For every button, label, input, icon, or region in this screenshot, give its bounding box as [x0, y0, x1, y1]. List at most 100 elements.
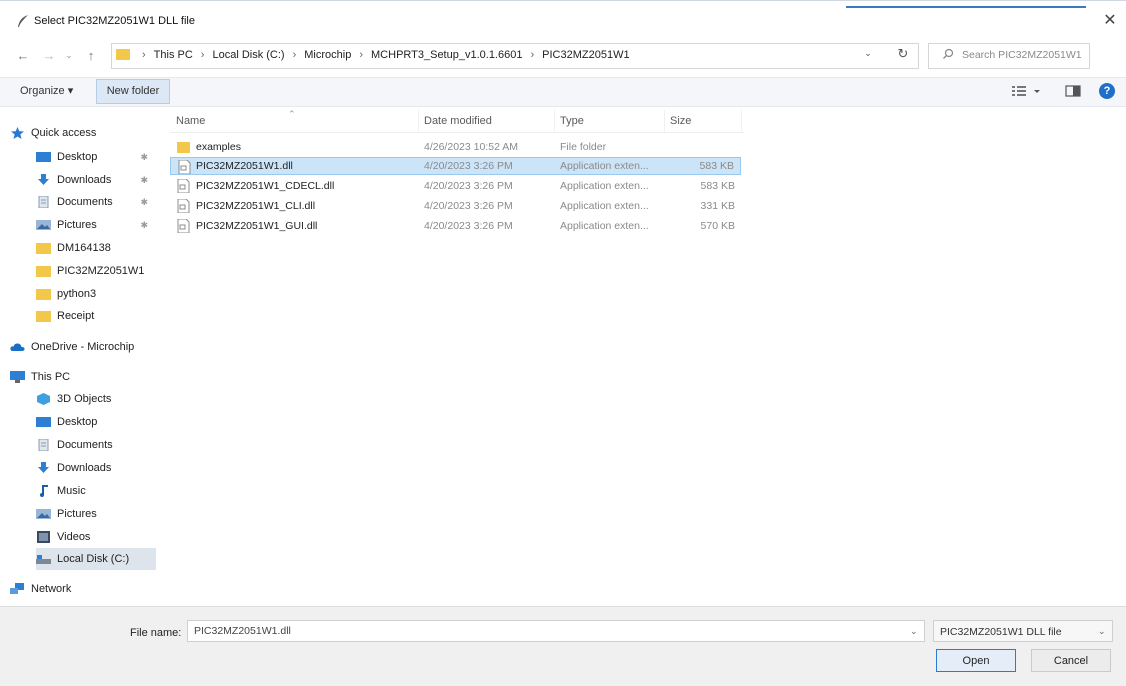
search-placeholder: Search PIC32MZ2051W1 — [962, 49, 1082, 61]
nav-folder-pic32mz2051w1[interactable]: PIC32MZ2051W1 — [36, 260, 156, 282]
file-row[interactable]: PIC32MZ2051W1_GUI.dll 4/20/2023 3:26 PM … — [170, 217, 741, 235]
nav-documents[interactable]: Documents — [36, 434, 156, 456]
breadcrumb-item[interactable]: This PC — [152, 49, 195, 61]
title-bar-accent — [846, 6, 1086, 8]
nav-folder-python3[interactable]: python3 — [36, 283, 156, 305]
nav-label: Quick access — [31, 127, 97, 139]
nav-folder-dm164138[interactable]: DM164138 — [36, 237, 156, 259]
file-name-input[interactable] — [187, 620, 925, 642]
nav-label: Network — [31, 583, 72, 595]
file-date: 4/20/2023 3:26 PM — [424, 200, 513, 212]
filter-dropdown-icon[interactable]: ⌄ — [1098, 626, 1106, 637]
feather-icon — [18, 15, 28, 27]
cube-icon — [37, 393, 50, 405]
computer-icon — [10, 371, 25, 383]
nav-pictures-pinned[interactable]: Pictures ✱ — [36, 214, 156, 236]
nav-downloads-pinned[interactable]: Downloads ✱ — [36, 169, 156, 191]
video-icon — [37, 531, 50, 543]
dll-file-icon — [177, 219, 190, 233]
dll-file-icon — [178, 160, 191, 174]
nav-label: Documents — [57, 196, 113, 208]
change-view-icon[interactable] — [1010, 82, 1050, 100]
nav-label: Desktop — [57, 416, 98, 428]
column-type[interactable]: Type — [560, 115, 584, 127]
column-divider[interactable] — [664, 110, 665, 132]
file-type: Application exten... — [560, 220, 649, 232]
file-date: 4/20/2023 3:26 PM — [424, 160, 513, 172]
pin-icon: ✱ — [140, 219, 148, 230]
download-icon — [38, 462, 49, 473]
cancel-button[interactable]: Cancel — [1031, 649, 1111, 672]
up-arrow-icon[interactable]: ↑ — [82, 48, 100, 63]
nav-music[interactable]: Music — [36, 480, 156, 502]
nav-videos[interactable]: Videos — [36, 526, 156, 548]
nav-local-disk[interactable]: Local Disk (C:) — [36, 548, 156, 570]
drive-icon — [36, 555, 51, 564]
file-name: PIC32MZ2051W1_GUI.dll — [196, 220, 318, 232]
refresh-icon[interactable]: ↻ — [892, 46, 914, 62]
file-size: 331 KB — [700, 200, 735, 212]
file-row[interactable]: examples 4/26/2023 10:52 AM File folder — [170, 138, 741, 156]
column-name[interactable]: Name — [176, 115, 205, 127]
file-row[interactable]: PIC32MZ2051W1.dll 4/20/2023 3:26 PM Appl… — [170, 157, 741, 175]
file-date: 4/20/2023 3:26 PM — [424, 180, 513, 192]
column-divider[interactable] — [418, 110, 419, 132]
nav-desktop-pinned[interactable]: Desktop ✱ — [36, 146, 156, 168]
sort-up-icon: ⌃ — [288, 109, 296, 119]
column-size[interactable]: Size — [670, 115, 691, 127]
desktop-icon — [36, 417, 51, 427]
address-dropdown-icon[interactable]: ⌄ — [860, 48, 876, 59]
column-date-modified[interactable]: Date modified — [424, 115, 492, 127]
nav-folder-receipt[interactable]: Receipt — [36, 305, 156, 327]
nav-pictures[interactable]: Pictures — [36, 503, 156, 525]
nav-desktop[interactable]: Desktop — [36, 411, 156, 433]
breadcrumb-separator: › — [200, 49, 205, 61]
nav-onedrive[interactable]: OneDrive - Microchip — [10, 336, 156, 358]
breadcrumb-item[interactable]: Microchip — [302, 49, 353, 61]
nav-documents-pinned[interactable]: Documents ✱ — [36, 191, 156, 213]
close-button[interactable]: ✕ — [1098, 10, 1122, 32]
file-type: Application exten... — [560, 180, 649, 192]
nav-downloads[interactable]: Downloads — [36, 457, 156, 479]
file-row[interactable]: PIC32MZ2051W1_CDECL.dll 4/20/2023 3:26 P… — [170, 177, 741, 195]
folder-icon — [36, 289, 51, 300]
preview-pane-icon[interactable] — [1064, 82, 1082, 100]
nav-label: Desktop — [57, 151, 98, 163]
nav-label: Documents — [57, 439, 113, 451]
file-name: examples — [196, 141, 241, 153]
file-type-filter-value: PIC32MZ2051W1 DLL file — [940, 626, 1062, 638]
pin-icon: ✱ — [140, 196, 148, 207]
file-size: 583 KB — [700, 180, 735, 192]
breadcrumb-item[interactable]: Local Disk (C:) — [210, 49, 286, 61]
open-button[interactable]: Open — [936, 649, 1016, 672]
file-name-dropdown-icon[interactable]: ⌄ — [910, 626, 918, 637]
new-folder-button[interactable]: New folder — [96, 79, 170, 104]
column-divider[interactable] — [554, 110, 555, 132]
back-arrow-icon[interactable]: ← — [14, 48, 32, 63]
nav-3d-objects[interactable]: 3D Objects — [36, 388, 156, 410]
breadcrumb-item[interactable]: PIC32MZ2051W1 — [540, 49, 631, 61]
search-icon — [943, 48, 954, 59]
title-bar-border — [0, 0, 1126, 1]
nav-label: Downloads — [57, 462, 112, 474]
breadcrumb-separator: › — [530, 49, 535, 61]
nav-quick-access[interactable]: Quick access — [10, 122, 156, 144]
nav-network[interactable]: Network — [10, 578, 156, 600]
download-icon — [38, 174, 49, 185]
help-icon[interactable]: ? — [1099, 83, 1115, 99]
folder-icon — [36, 243, 51, 254]
file-name: PIC32MZ2051W1_CDECL.dll — [196, 180, 335, 192]
file-row[interactable]: PIC32MZ2051W1_CLI.dll 4/20/2023 3:26 PM … — [170, 197, 741, 215]
organize-button[interactable]: Organize ▾ — [20, 84, 73, 97]
nav-label: Pictures — [57, 508, 97, 520]
dll-file-icon — [177, 199, 190, 213]
nav-label: PIC32MZ2051W1 — [57, 265, 145, 277]
nav-label: Receipt — [57, 310, 95, 322]
column-divider[interactable] — [741, 110, 742, 132]
recent-locations-icon[interactable]: ⌄ — [60, 50, 78, 61]
folder-icon — [36, 311, 51, 322]
breadcrumb-item[interactable]: MCHPRT3_Setup_v1.0.1.6601 — [369, 49, 524, 61]
forward-arrow-icon[interactable]: → — [40, 48, 58, 63]
nav-this-pc[interactable]: This PC — [10, 366, 156, 388]
file-list-header: Name ⌃ Date modified Type Size — [170, 109, 744, 133]
